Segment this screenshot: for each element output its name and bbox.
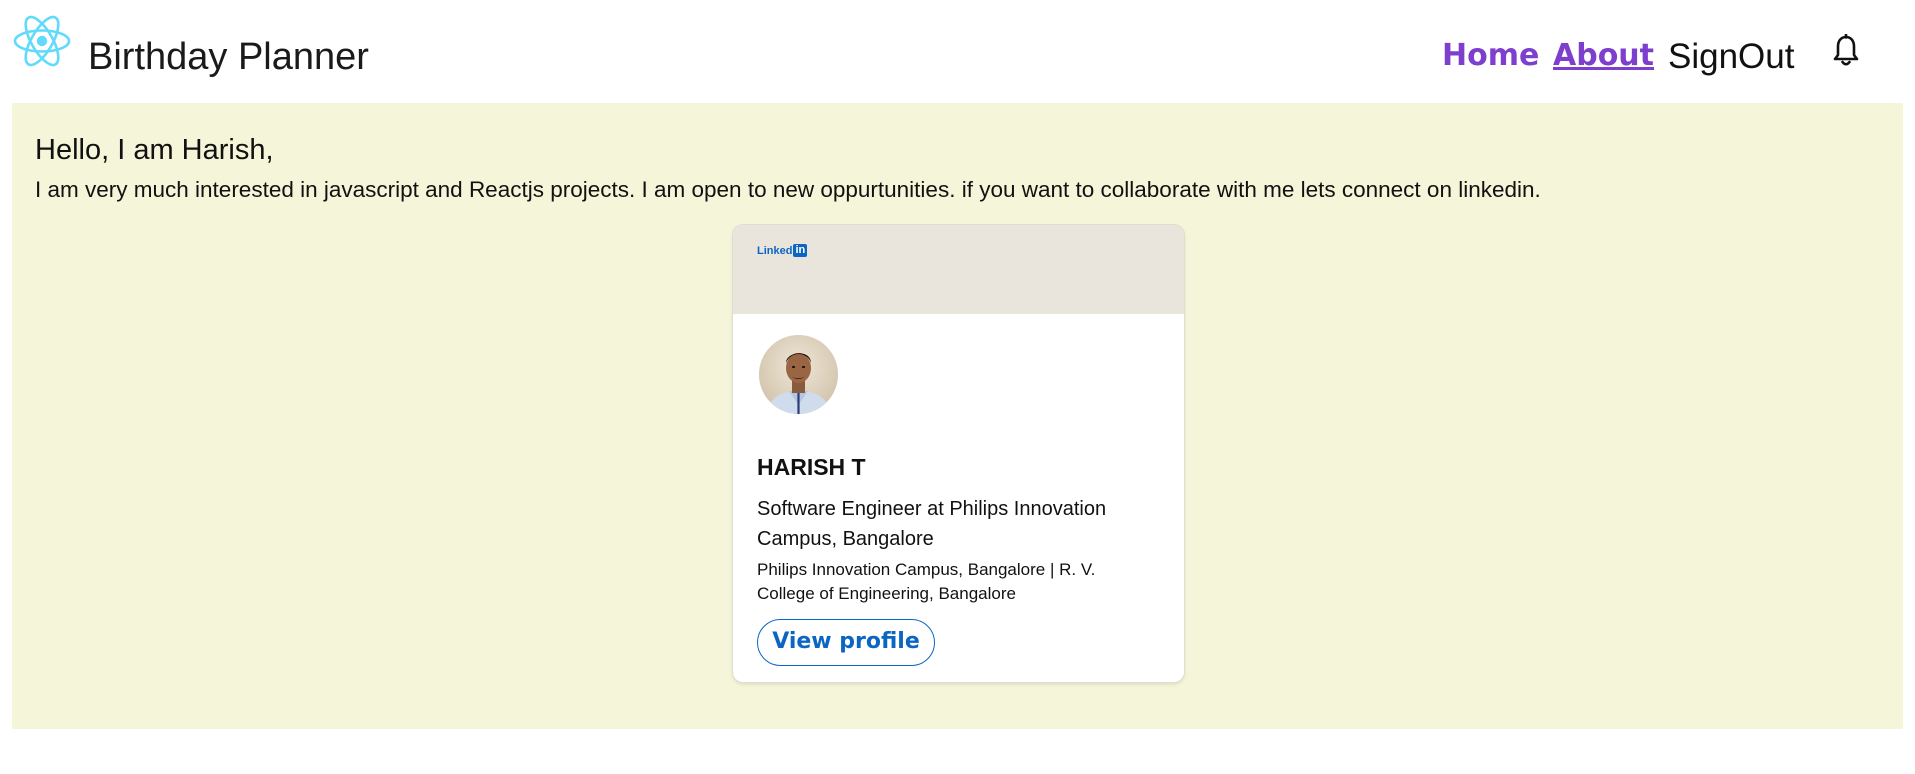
profile-detail: Philips Innovation Campus, Bangalore | R… (757, 560, 1096, 603)
avatar[interactable] (759, 335, 838, 414)
linkedin-profile-card: Linked in HARISH T Software Engineer at … (733, 225, 1184, 682)
nav-home-link[interactable]: Home (1442, 38, 1539, 74)
linkedin-logo-box: in (793, 244, 808, 257)
nav-signout-link[interactable]: SignOut (1668, 39, 1794, 75)
nav-about-link[interactable]: About (1553, 38, 1654, 74)
about-section: Hello, I am Harish, I am very much inter… (12, 103, 1903, 729)
profile-headline: Software Engineer at Philips Innovation … (757, 498, 1107, 550)
top-navbar: Birthday Planner Home About SignOut (0, 0, 1915, 103)
profile-name: HARISH T (757, 454, 866, 480)
linkedin-logo-icon[interactable]: Linked in (757, 244, 808, 257)
linkedin-logo-word: Linked (757, 244, 793, 257)
react-atom-logo-icon[interactable] (12, 13, 72, 69)
app-title: Birthday Planner (88, 36, 369, 78)
about-greeting: Hello, I am Harish, (35, 134, 274, 166)
view-profile-button[interactable]: View profile (757, 619, 935, 666)
linkedin-card-banner: Linked in (733, 225, 1184, 314)
about-intro: I am very much interested in javascript … (35, 177, 1541, 202)
bell-icon[interactable] (1832, 33, 1860, 68)
